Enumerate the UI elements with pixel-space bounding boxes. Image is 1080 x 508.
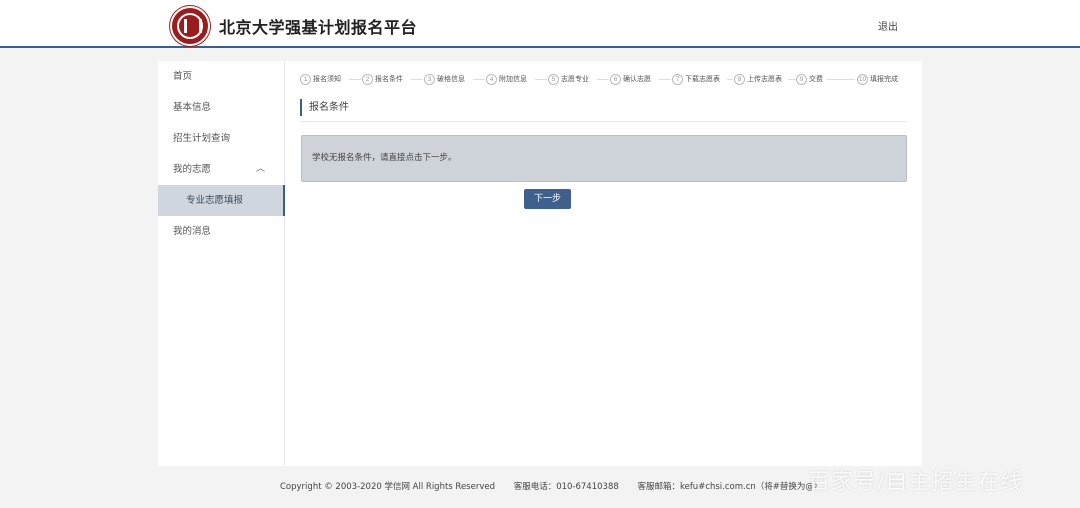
- footer-copyright: Copyright © 2003-2020 学信网 All Rights Res…: [280, 482, 495, 492]
- page-footer: Copyright © 2003-2020 学信网 All Rights Res…: [280, 480, 838, 492]
- sidebar-item-label: 我的志愿: [173, 164, 212, 175]
- chevron-up-icon: ︿: [256, 164, 266, 174]
- step-number: 6: [610, 73, 621, 85]
- step-number: 7: [672, 73, 683, 85]
- footer-email: 客服邮箱：kefu#chsi.com.cn（将#替换为@）: [637, 482, 823, 492]
- section-title: 报名条件: [300, 99, 349, 116]
- step-label: 交费: [809, 75, 823, 83]
- step-label: 确认志愿: [623, 75, 651, 83]
- sidebar-item-my-applications[interactable]: 我的志愿 ︿: [158, 154, 285, 185]
- top-header-bar: 北京大学强基计划报名平台 退出: [0, 0, 1080, 48]
- section-divider: [300, 121, 907, 122]
- step-5: 5 志愿专业: [548, 72, 589, 86]
- step-7: 7 下载志愿表: [672, 72, 720, 86]
- sidebar-item-label: 首页: [173, 71, 193, 82]
- step-connector: [473, 79, 485, 80]
- step-6: 6 确认志愿: [610, 72, 651, 86]
- sidebar-item-label: 基本信息: [173, 102, 212, 113]
- step-connector: [788, 79, 796, 80]
- step-number: 5: [548, 73, 559, 85]
- step-number: 4: [486, 73, 497, 85]
- university-logo: [170, 6, 210, 46]
- step-connector: [827, 79, 855, 80]
- step-label: 报名条件: [375, 75, 403, 83]
- step-connector: [727, 79, 733, 80]
- step-connector: [535, 79, 547, 80]
- step-label: 上传志愿表: [747, 75, 782, 83]
- step-3: 3 破格信息: [424, 72, 465, 86]
- step-number: 8: [734, 73, 745, 85]
- watermark: 百家号/自主招生在线: [808, 470, 1024, 495]
- sidebar-item-enrollment-plan[interactable]: 招生计划查询: [158, 123, 285, 154]
- site-title: 北京大学强基计划报名平台: [219, 18, 418, 37]
- sidebar-nav: 首页 基本信息 招生计划查询 我的志愿 ︿ 专业志愿填报 我的消息: [158, 61, 285, 466]
- sidebar-item-home[interactable]: 首页: [158, 61, 285, 92]
- step-connector: [597, 79, 609, 80]
- main-content: 1 报名须知 2 报名条件 3 破格信息 4 附加信息 5 志愿专业 6 确认志…: [300, 61, 907, 466]
- step-label: 报名须知: [313, 75, 341, 83]
- sidebar-item-label: 专业志愿填报: [186, 195, 244, 206]
- step-label: 志愿专业: [561, 75, 589, 83]
- step-label: 填报完成: [870, 75, 898, 83]
- notice-box: 学校无报名条件，请直接点击下一步。: [301, 135, 907, 182]
- step-number: 9: [796, 73, 807, 85]
- step-number: 3: [424, 73, 435, 85]
- step-9: 9 交费: [796, 72, 823, 86]
- step-number: 10: [857, 73, 868, 85]
- progress-steps: 1 报名须知 2 报名条件 3 破格信息 4 附加信息 5 志愿专业 6 确认志…: [300, 72, 907, 86]
- step-label: 附加信息: [499, 75, 527, 83]
- step-4: 4 附加信息: [486, 72, 527, 86]
- logout-link[interactable]: 退出: [878, 18, 898, 33]
- step-number: 2: [362, 73, 373, 85]
- step-connector: [659, 79, 671, 80]
- step-8: 8 上传志愿表: [734, 72, 782, 86]
- main-container: 首页 基本信息 招生计划查询 我的志愿 ︿ 专业志愿填报 我的消息 1 报名须知…: [158, 61, 922, 466]
- step-2: 2 报名条件: [362, 72, 403, 86]
- sidebar-item-label: 招生计划查询: [173, 133, 231, 144]
- step-number: 1: [300, 73, 311, 85]
- footer-phone: 客服电话：010-67410388: [513, 482, 619, 492]
- logo-emblem-icon: [177, 13, 203, 39]
- sidebar-item-major-application[interactable]: 专业志愿填报: [158, 185, 285, 216]
- step-label: 破格信息: [437, 75, 465, 83]
- step-10: 10 填报完成: [857, 72, 898, 86]
- next-step-button[interactable]: 下一步: [524, 189, 571, 209]
- sidebar-item-label: 我的消息: [173, 226, 212, 237]
- step-1: 1 报名须知: [300, 72, 341, 86]
- step-connector: [411, 79, 423, 80]
- step-label: 下载志愿表: [685, 75, 720, 83]
- sidebar-item-basic-info[interactable]: 基本信息: [158, 92, 285, 123]
- step-connector: [349, 79, 361, 80]
- sidebar-item-my-messages[interactable]: 我的消息: [158, 216, 285, 247]
